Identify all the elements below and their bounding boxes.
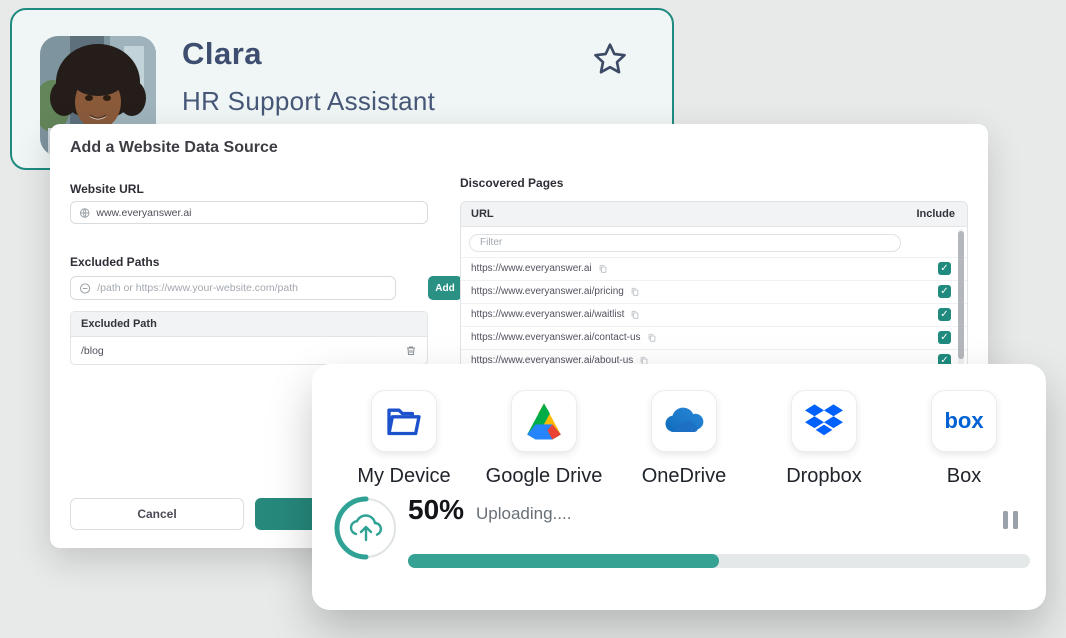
pause-icon[interactable] (1003, 511, 1018, 529)
discovered-pages-label: Discovered Pages (460, 176, 563, 190)
copy-icon[interactable] (598, 263, 608, 275)
include-checkbox[interactable]: ✓ (938, 285, 951, 298)
dropbox-icon (791, 390, 857, 452)
page-url: https://www.everyanswer.ai/contact-us (471, 332, 641, 343)
include-checkbox[interactable]: ✓ (938, 308, 951, 321)
box-icon: box (931, 390, 997, 452)
trash-icon[interactable] (405, 344, 417, 357)
table-row: https://www.everyanswer.ai/waitlist ✓ (461, 303, 967, 326)
cloud-upload-icon (334, 496, 398, 560)
copy-icon[interactable] (630, 286, 640, 298)
provider-onedrive[interactable]: OneDrive (614, 390, 754, 488)
provider-dropbox[interactable]: Dropbox (754, 390, 894, 488)
table-row: https://www.everyanswer.ai/pricing ✓ (461, 280, 967, 303)
upload-progress-bar (408, 554, 1030, 568)
scrollbar-thumb[interactable] (958, 231, 964, 359)
provider-label: Box (947, 465, 981, 488)
upload-source-dialog: My Device Google Drive (312, 364, 1046, 610)
discovered-pages-header: URL Include (461, 202, 967, 227)
excluded-path-column-header: Excluded Path (71, 312, 427, 337)
excluded-path-input[interactable] (97, 282, 387, 294)
onedrive-icon (651, 390, 717, 452)
excluded-path-row: /blog (71, 337, 427, 364)
upload-progress-fill (408, 554, 719, 568)
dialog-title: Add a Website Data Source (70, 139, 278, 157)
globe-icon (79, 207, 90, 219)
provider-options: My Device Google Drive (334, 390, 1034, 488)
svg-text:box: box (944, 408, 984, 433)
excluded-paths-label: Excluded Paths (70, 255, 159, 269)
assistant-role: HR Support Assistant (182, 86, 435, 117)
provider-label: Dropbox (786, 465, 862, 488)
include-column-header: Include (916, 208, 955, 220)
google-drive-icon (511, 390, 577, 452)
page-url: https://www.everyanswer.ai (471, 263, 592, 274)
provider-label: My Device (357, 465, 450, 488)
include-checkbox[interactable]: ✓ (938, 262, 951, 275)
provider-my-device[interactable]: My Device (334, 390, 474, 488)
website-url-input[interactable] (96, 207, 419, 219)
website-url-label: Website URL (70, 182, 144, 196)
provider-label: Google Drive (486, 465, 603, 488)
copy-icon[interactable] (630, 309, 640, 321)
excluded-path-value: /blog (81, 345, 104, 357)
excluded-path-field[interactable] (70, 276, 396, 300)
filter-input[interactable] (469, 234, 901, 252)
excluded-paths-table: Excluded Path /blog (70, 311, 428, 365)
website-url-field[interactable] (70, 201, 428, 224)
assistant-name: Clara (182, 36, 262, 72)
provider-google-drive[interactable]: Google Drive (474, 390, 614, 488)
add-path-button[interactable]: Add (428, 276, 462, 300)
filter-row (461, 227, 967, 257)
include-checkbox[interactable]: ✓ (938, 331, 951, 344)
folder-icon (371, 390, 437, 452)
upload-percent: 50% (408, 494, 464, 526)
page-url: https://www.everyanswer.ai/pricing (471, 286, 624, 297)
minus-circle-icon (79, 282, 91, 295)
provider-box[interactable]: box Box (894, 390, 1034, 488)
table-row: https://www.everyanswer.ai/contact-us ✓ (461, 326, 967, 349)
star-icon[interactable] (590, 40, 630, 80)
upload-status: Uploading.... (476, 504, 571, 524)
copy-icon[interactable] (647, 332, 657, 344)
cancel-button[interactable]: Cancel (70, 498, 244, 530)
page-url: https://www.everyanswer.ai/waitlist (471, 309, 624, 320)
table-row: https://www.everyanswer.ai ✓ (461, 257, 967, 280)
url-column-header: URL (471, 208, 494, 220)
provider-label: OneDrive (642, 465, 726, 488)
